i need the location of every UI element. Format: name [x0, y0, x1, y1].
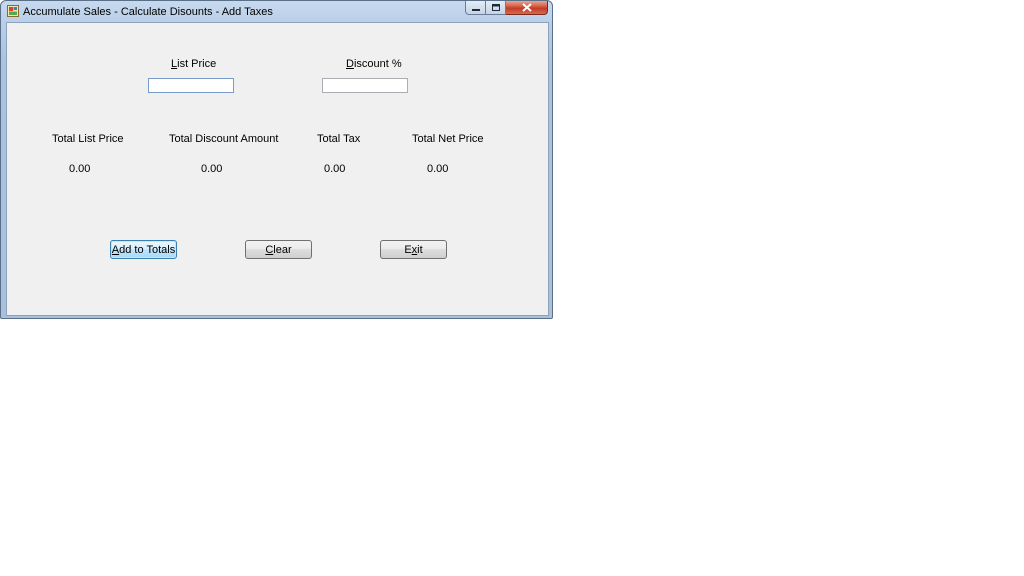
- total-tax-value: 0.00: [324, 163, 346, 175]
- minimize-button[interactable]: [465, 1, 486, 15]
- discount-input[interactable]: [322, 78, 408, 93]
- discount-label-text: iscount %: [353, 58, 402, 70]
- app-icon: [7, 5, 19, 17]
- maximize-icon: [491, 4, 500, 11]
- total-net-price-label: Total Net Price: [412, 133, 484, 145]
- discount-label: Discount %: [346, 58, 402, 70]
- total-tax-label: Total Tax: [317, 133, 361, 145]
- total-list-price-label: Total List Price: [52, 133, 124, 145]
- caption-buttons: [465, 1, 548, 16]
- close-icon: [521, 3, 532, 12]
- clear-button[interactable]: Clear: [245, 240, 312, 259]
- list-price-label: List Price: [171, 58, 216, 70]
- app-window: Accumulate Sales - Calculate Disounts - …: [0, 0, 553, 319]
- add-to-totals-access-key: A: [111, 243, 120, 256]
- list-price-label-text: ist Price: [177, 58, 217, 70]
- form-client-area: List Price Discount % Total List Price T…: [6, 22, 549, 316]
- list-price-input[interactable]: [148, 78, 234, 93]
- clear-label: lear: [273, 243, 292, 256]
- exit-button[interactable]: Ex it: [380, 240, 447, 259]
- exit-label-end: it: [417, 243, 423, 256]
- close-button[interactable]: [506, 1, 548, 15]
- total-discount-amount-value: 0.00: [201, 163, 223, 175]
- minimize-icon: [471, 8, 480, 11]
- total-discount-amount-label: Total Discount Amount: [169, 133, 279, 145]
- exit-label-start: E: [404, 243, 412, 256]
- total-list-price-value: 0.00: [69, 163, 91, 175]
- maximize-button[interactable]: [486, 1, 506, 15]
- clear-access-key: C: [265, 243, 274, 256]
- discount-access-key: D: [346, 58, 354, 70]
- title-bar[interactable]: Accumulate Sales - Calculate Disounts - …: [1, 1, 552, 22]
- window-title: Accumulate Sales - Calculate Disounts - …: [23, 6, 273, 18]
- total-net-price-value: 0.00: [427, 163, 449, 175]
- add-to-totals-label: dd to Totals: [119, 243, 176, 256]
- add-to-totals-button[interactable]: Add to Totals: [110, 240, 177, 259]
